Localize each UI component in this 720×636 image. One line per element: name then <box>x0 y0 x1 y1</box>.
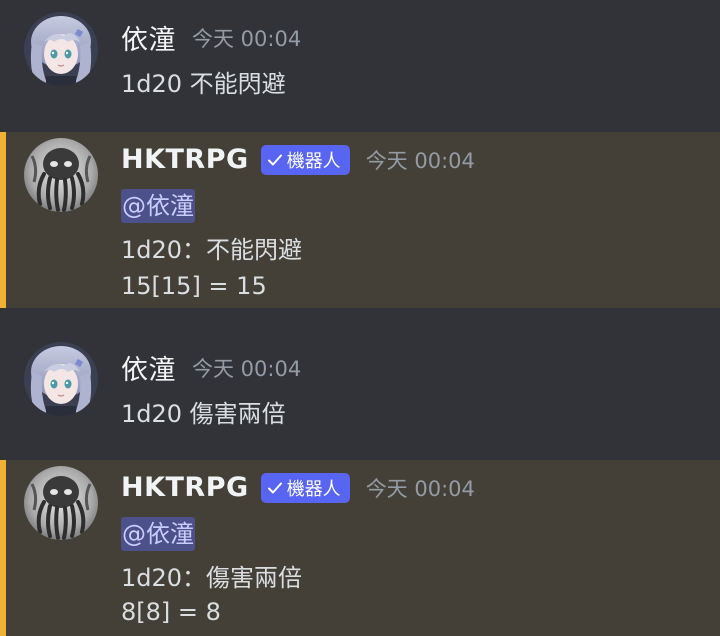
message-mention: @依潼 <box>121 514 195 551</box>
user-mention[interactable]: @依潼 <box>121 517 195 551</box>
tentacle-mask-avatar-icon <box>24 138 98 212</box>
message-content: 1d20：傷害兩倍 <box>121 564 303 592</box>
tentacle-mask-avatar-icon <box>24 466 98 540</box>
avatar[interactable] <box>24 138 98 212</box>
message-header: HKTRPG 機器人 今天 00:04 <box>121 144 475 175</box>
message-user[interactable]: 依潼 今天 00:04 1d20 傷害兩倍 <box>0 328 720 452</box>
timestamp: 今天 00:04 <box>192 356 302 381</box>
message-content: 8[8] = 8 <box>121 598 221 626</box>
checkmark-icon <box>267 154 282 165</box>
timestamp: 今天 00:04 <box>365 148 475 173</box>
timestamp: 今天 00:04 <box>365 476 475 501</box>
username[interactable]: 依潼 <box>121 18 176 57</box>
bot-tag: 機器人 <box>260 144 350 175</box>
message-content: 1d20：不能閃避 <box>121 236 303 264</box>
avatar[interactable] <box>24 466 98 540</box>
anime-girl-avatar-icon <box>24 12 98 86</box>
message-bot[interactable]: HKTRPG 機器人 今天 00:04 @依潼 1d20：不能閃避 15[15]… <box>0 132 720 308</box>
avatar[interactable] <box>24 12 98 86</box>
message-content: 15[15] = 15 <box>121 272 267 300</box>
anime-girl-avatar-icon <box>24 342 98 416</box>
timestamp: 今天 00:04 <box>192 26 302 51</box>
message-mention: @依潼 <box>121 186 195 223</box>
username[interactable]: HKTRPG <box>121 472 249 503</box>
bot-tag: 機器人 <box>260 472 350 503</box>
avatar[interactable] <box>24 342 98 416</box>
checkmark-icon <box>267 482 282 493</box>
message-content: 1d20 傷害兩倍 <box>121 400 286 428</box>
message-content: 1d20 不能閃避 <box>121 70 286 98</box>
message-header: HKTRPG 機器人 今天 00:04 <box>121 472 475 503</box>
username[interactable]: HKTRPG <box>121 144 249 175</box>
username[interactable]: 依潼 <box>121 348 176 387</box>
message-user[interactable]: 依潼 今天 00:04 1d20 不能閃避 <box>0 0 720 124</box>
bot-tag-label: 機器人 <box>286 478 341 500</box>
message-bot[interactable]: HKTRPG 機器人 今天 00:04 @依潼 1d20：傷害兩倍 8[8] =… <box>0 460 720 636</box>
chat-log: 依潼 今天 00:04 1d20 不能閃避 HKTRPG 機器人 今天 00:0… <box>0 0 720 636</box>
bot-tag-label: 機器人 <box>286 150 341 172</box>
message-header: 依潼 今天 00:04 <box>121 18 301 57</box>
user-mention[interactable]: @依潼 <box>121 189 195 223</box>
message-header: 依潼 今天 00:04 <box>121 348 301 387</box>
